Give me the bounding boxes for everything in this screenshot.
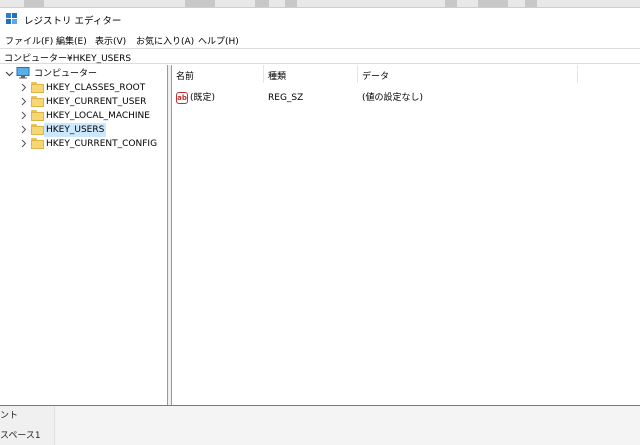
- folder-icon: [31, 138, 44, 149]
- value-type: REG_SZ: [268, 93, 304, 103]
- address-path[interactable]: コンピューター¥HKEY_USERS: [4, 51, 131, 64]
- string-value-icon: ab: [176, 92, 188, 104]
- background-toolbar-icon: [445, 0, 457, 7]
- folder-icon: [31, 110, 44, 121]
- background-toolbar-icon: [255, 0, 269, 7]
- menu-bar: ファイル(F) 編集(E) 表示(V) お気に入り(A) ヘルプ(H): [0, 32, 640, 48]
- tree-item-hkey-current-config[interactable]: HKEY_CURRENT_CONFIG: [0, 137, 168, 151]
- list-row[interactable]: ab (既定) REG_SZ (値の設定なし): [172, 91, 640, 105]
- tree-item-hkey-users[interactable]: HKEY_USERS: [0, 123, 168, 137]
- computer-icon: [16, 67, 30, 79]
- folder-icon: [31, 96, 44, 107]
- tree-root-computer[interactable]: コンピューター: [0, 67, 168, 81]
- tree-item-hkey-classes-root[interactable]: HKEY_CLASSES_ROOT: [0, 81, 168, 95]
- chevron-right-icon[interactable]: [19, 97, 28, 106]
- tree-root-label[interactable]: コンピューター: [32, 67, 99, 81]
- menu-favorites[interactable]: お気に入り(A): [136, 34, 194, 47]
- value-name: (既定): [190, 93, 216, 103]
- registry-editor-icon: [6, 13, 17, 24]
- background-sidebar-item[interactable]: スペース1: [0, 428, 41, 441]
- value-list[interactable]: 名前 種類 データ ab (既定) REG_SZ (値の設定なし): [172, 65, 640, 405]
- list-header: 名前 種類 データ: [172, 65, 640, 83]
- background-toolbar-icon: [478, 0, 508, 7]
- column-header-data[interactable]: データ: [358, 65, 578, 83]
- background-toolbar-icon: [525, 0, 537, 7]
- menu-edit[interactable]: 編集(E): [56, 34, 87, 47]
- folder-icon: [31, 82, 44, 93]
- tree-item-hkey-current-user[interactable]: HKEY_CURRENT_USER: [0, 95, 168, 109]
- value-data: (値の設定なし): [362, 93, 424, 103]
- background-sidebar-item[interactable]: ント: [0, 408, 18, 421]
- menu-view[interactable]: 表示(V): [95, 34, 126, 47]
- tree-item-label[interactable]: HKEY_CURRENT_CONFIG: [44, 137, 159, 151]
- background-app-content: [0, 405, 640, 445]
- background-app-sidebar: ント スペース1: [0, 405, 55, 445]
- address-bar[interactable]: コンピューター¥HKEY_USERS: [0, 48, 640, 64]
- window-title: レジストリ エディター: [24, 16, 122, 27]
- chevron-right-icon[interactable]: [19, 83, 28, 92]
- chevron-right-icon[interactable]: [19, 139, 28, 148]
- registry-editor-window: レジストリ エディター ファイル(F) 編集(E) 表示(V) お気に入り(A)…: [0, 8, 640, 406]
- tree-item-label[interactable]: HKEY_CLASSES_ROOT: [44, 81, 147, 95]
- background-app-toolbar: [0, 0, 640, 8]
- menu-file[interactable]: ファイル(F): [5, 34, 53, 47]
- background-toolbar-icon: [24, 0, 44, 7]
- background-toolbar-icon: [285, 0, 297, 7]
- tree-item-hkey-local-machine[interactable]: HKEY_LOCAL_MACHINE: [0, 109, 168, 123]
- key-tree[interactable]: コンピューター HKEY_CLASSES_ROOT HKEY_CURRENT_U…: [0, 65, 168, 405]
- chevron-down-icon[interactable]: [5, 69, 14, 78]
- menu-help[interactable]: ヘルプ(H): [198, 34, 239, 47]
- background-toolbar-icon: [185, 0, 215, 7]
- tree-item-label[interactable]: HKEY_CURRENT_USER: [44, 95, 148, 109]
- folder-icon: [31, 124, 44, 135]
- chevron-right-icon[interactable]: [19, 125, 28, 134]
- column-header-type[interactable]: 種類: [264, 65, 358, 83]
- tree-item-label[interactable]: HKEY_USERS: [44, 123, 107, 137]
- tree-item-label[interactable]: HKEY_LOCAL_MACHINE: [44, 109, 152, 123]
- title-bar[interactable]: レジストリ エディター: [0, 8, 640, 30]
- column-header-name[interactable]: 名前: [172, 65, 264, 83]
- chevron-right-icon[interactable]: [19, 111, 28, 120]
